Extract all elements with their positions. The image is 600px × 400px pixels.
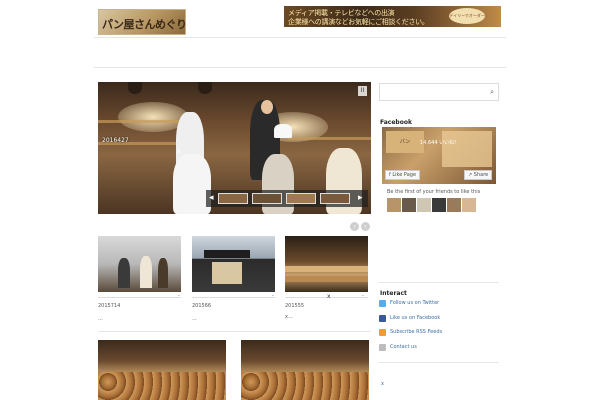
interact-label: Follow us on Twitter [390,300,440,306]
slider-thumbnail[interactable] [252,193,282,204]
site-logo[interactable]: パン屋さんめぐりの会 [98,9,186,35]
slider-thumbnail[interactable] [320,193,350,204]
interact-widget-title: Interact [380,290,407,297]
share-label: Share [473,172,489,178]
slider-prev-button[interactable]: ‹ [350,222,359,231]
posts-divider [98,331,371,332]
post-thumbnail[interactable] [285,236,368,292]
post-excerpt[interactable]: x... [285,314,293,320]
facebook-icon: f [389,172,391,178]
post-more-dot: · [362,293,364,300]
like-page-label: Like Page [392,172,417,178]
interact-label: Like us on Facebook [390,315,441,321]
post-bread-shelf [285,266,368,272]
slider-person [274,124,292,138]
facebook-friend-avatar[interactable] [387,198,401,212]
slide-caption: 2016427 [102,137,129,144]
facebook-like-page-button[interactable]: f Like Page [385,170,421,180]
post-figure [118,258,130,288]
facebook-friend-avatar[interactable] [462,198,476,212]
slider-pause-button[interactable]: II [358,86,367,96]
post-storefront-sign [204,250,250,258]
slider-shelf [98,120,188,123]
slider-shelf [288,137,371,140]
header-banner[interactable]: メディア掲載・テレビなどへの出演 企業様への講演などお気軽にご相談ください。 デ… [284,6,501,27]
facebook-share-button[interactable]: ↗ Share [464,170,493,180]
banner-badge: デイリーでオーダー [449,8,485,24]
banner-line-2: 企業様への講演などお気軽にご相談ください。 [288,18,429,26]
facebook-friends-text: Be the first of your friends to like thi… [387,189,481,195]
slider-thumbnail[interactable] [286,193,316,204]
slider-thumbnail-bar: ◂ ▸ [206,190,368,207]
sidebar-divider [379,282,499,283]
facebook-page-avatar: パン [386,131,424,153]
post-date: 201555 [285,303,305,309]
post-more-dot: · [178,293,180,300]
slider-lamp [198,82,212,94]
post-figure [140,256,152,288]
slider-thumbnail[interactable] [218,193,248,204]
mail-icon [379,344,386,351]
sidebar-divider [379,362,499,363]
twitter-icon [379,300,386,307]
post-close-button[interactable]: x [327,293,331,300]
contact-link[interactable]: Contact us [379,343,499,353]
facebook-icon [379,315,386,322]
post-bread-tray [98,372,226,400]
post-thumbnail[interactable] [98,236,181,292]
thumb-prev-arrow-icon[interactable]: ◂ [209,193,214,203]
post-excerpt[interactable]: ... [192,316,197,322]
facebook-link[interactable]: Like us on Facebook [379,314,499,324]
sidebar-footer-link[interactable]: x [381,381,384,387]
post-divider [98,297,181,298]
facebook-friend-avatar[interactable] [417,198,431,212]
facebook-like-count: 14,644 いいね! [420,140,457,146]
post-thumbnail[interactable] [192,236,275,292]
interact-label: Contact us [390,344,417,350]
search-input[interactable]: ⌕ [379,83,499,101]
rss-icon [379,329,386,336]
post-divider [192,297,275,298]
search-icon[interactable]: ⌕ [490,88,494,97]
rss-link[interactable]: Subscribe RSS Feeds [379,328,499,338]
facebook-friend-avatar[interactable] [402,198,416,212]
share-icon: ↗ [468,172,473,178]
header-divider [94,37,506,38]
post-date: 201566 [192,303,212,309]
facebook-cover-photo [442,131,492,167]
post-bread-tray [241,372,369,400]
twitter-link[interactable]: Follow us on Twitter [379,299,499,309]
facebook-widget-title: Facebook [380,119,412,126]
post-excerpt[interactable]: ... [98,316,103,322]
slider-next-button[interactable]: › [361,222,370,231]
nav-divider [94,67,506,68]
post-thumbnail[interactable] [98,340,226,400]
thumb-next-arrow-icon[interactable]: ▸ [358,193,363,203]
site-logo-text: パン屋さんめぐりの会 [102,18,186,31]
interact-label: Subscribe RSS Feeds [390,329,443,335]
facebook-page-plugin[interactable]: パン 14,644 いいね! f Like Page ↗ Share [382,127,496,184]
facebook-friend-avatar[interactable] [447,198,461,212]
post-more-dot: · [272,293,274,300]
post-date: 2015714 [98,303,121,309]
slide-close-button[interactable]: x [177,148,181,155]
slider-lamp [128,82,142,94]
post-thumbnail[interactable] [241,340,369,400]
slider-person [261,100,273,114]
facebook-friend-avatar[interactable] [432,198,446,212]
post-figure [158,258,168,288]
post-bread-shelf [285,276,368,282]
post-storefront-window [212,262,242,284]
